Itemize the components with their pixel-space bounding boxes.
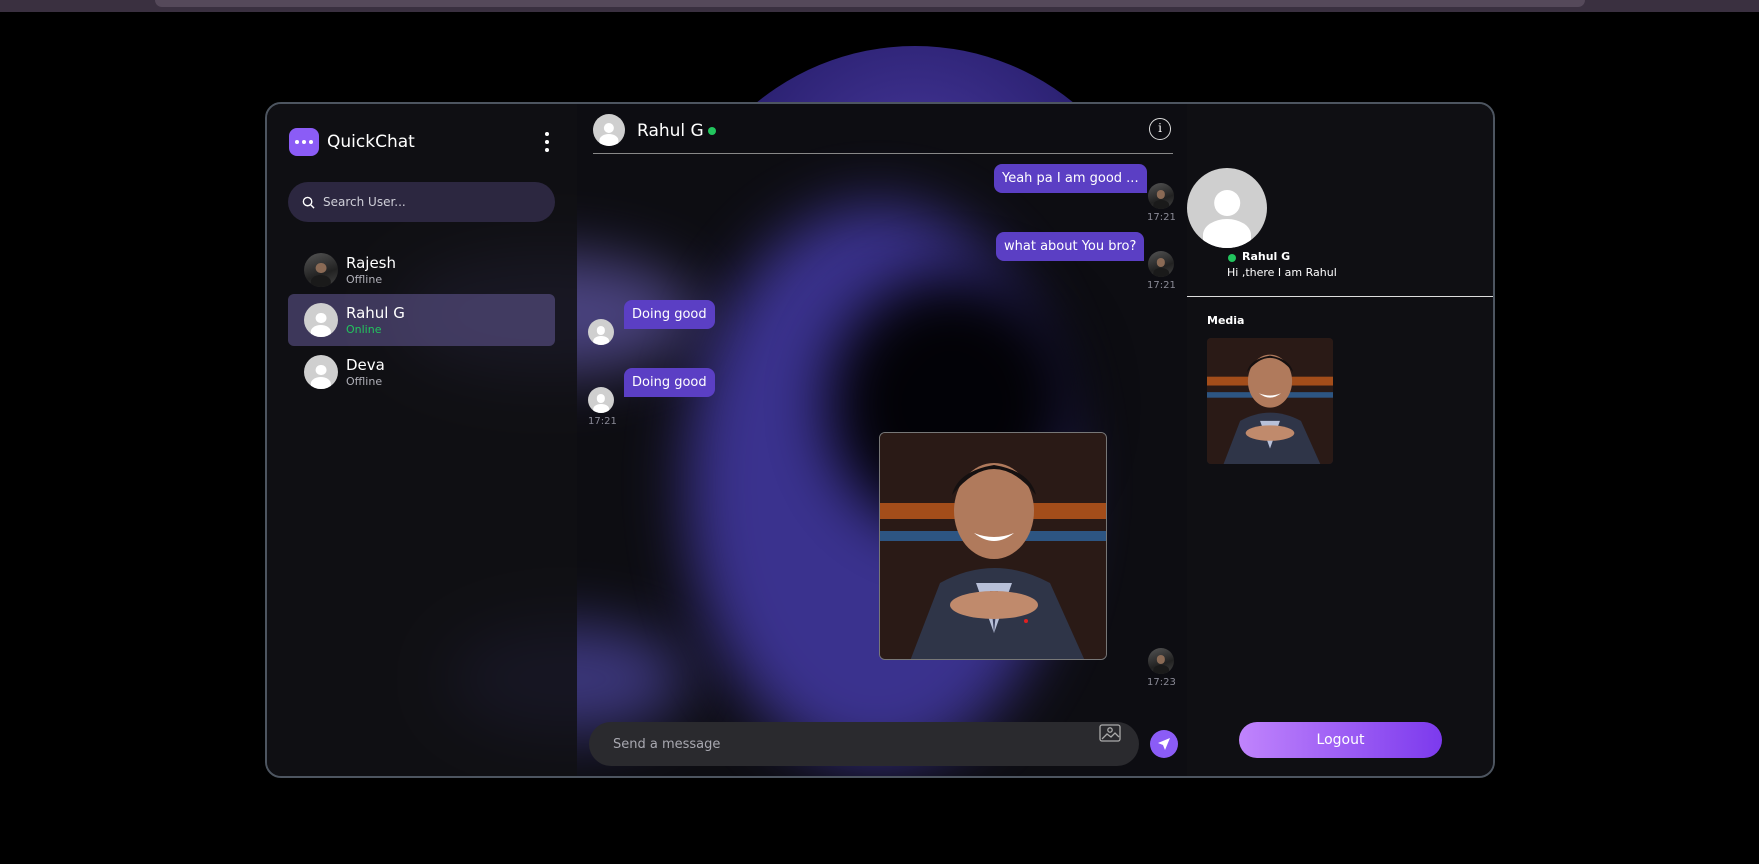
media-thumbnail[interactable] — [1207, 338, 1333, 464]
user-item-rajesh[interactable]: Rajesh Offline — [288, 244, 555, 296]
chat-header: Rahul G i — [593, 114, 1173, 154]
sender-avatar — [588, 387, 614, 413]
message-time: 17:21 — [1147, 280, 1176, 291]
app-name: QuickChat — [327, 132, 415, 152]
send-icon — [1158, 738, 1170, 750]
message-time: 17:23 — [1147, 677, 1176, 688]
browser-top-bar — [0, 0, 1759, 12]
user-name: Rahul G — [346, 304, 405, 322]
message-bubble: Doing good — [624, 300, 715, 329]
search-bar[interactable] — [288, 182, 555, 222]
user-status: Offline — [346, 273, 383, 286]
search-input[interactable] — [323, 195, 543, 209]
sender-avatar — [1148, 251, 1174, 277]
image-upload-icon[interactable] — [1099, 722, 1121, 742]
media-label: Media — [1207, 314, 1245, 327]
user-name: Deva — [346, 356, 385, 374]
message-time: 17:21 — [588, 416, 617, 427]
message-composer — [589, 722, 1139, 766]
online-indicator — [1228, 254, 1236, 262]
image-message[interactable] — [879, 432, 1107, 660]
avatar — [304, 355, 338, 389]
contact-name: Rahul G — [637, 121, 704, 141]
message-bubble: Doing good — [624, 368, 715, 397]
menu-icon[interactable] — [542, 132, 552, 152]
divider — [1187, 296, 1493, 297]
message-input[interactable] — [613, 736, 1063, 752]
chat-panel: Rahul G i Yeah pa I am good ... 17:21 wh… — [577, 104, 1187, 776]
sender-avatar — [1148, 648, 1174, 674]
info-icon[interactable]: i — [1149, 118, 1171, 140]
message-time: 17:21 — [1147, 212, 1176, 223]
sidebar: QuickChat Rajesh Offline Rahul G Online … — [267, 104, 577, 776]
avatar — [304, 253, 338, 287]
profile-name: Rahul G — [1242, 250, 1291, 263]
send-button[interactable] — [1150, 730, 1178, 758]
user-name: Rajesh — [346, 254, 397, 272]
message-bubble: Yeah pa I am good ... — [994, 164, 1147, 193]
user-status: Offline — [346, 375, 383, 388]
online-indicator — [708, 127, 716, 135]
chat-app-window: QuickChat Rajesh Offline Rahul G Online … — [265, 102, 1495, 778]
logo-icon — [289, 128, 319, 156]
logout-button[interactable]: Logout — [1239, 722, 1442, 758]
sender-avatar — [1148, 183, 1174, 209]
sender-avatar — [588, 319, 614, 345]
profile-bio: Hi ,there I am Rahul — [1227, 266, 1337, 279]
profile-panel: Rahul G Hi ,there I am Rahul Media Logou… — [1187, 104, 1493, 776]
user-status: Online — [346, 323, 382, 336]
avatar — [304, 303, 338, 337]
contact-avatar — [593, 114, 625, 146]
user-item-rahul-g[interactable]: Rahul G Online — [288, 294, 555, 346]
search-icon — [302, 196, 315, 209]
photo-image — [1207, 338, 1333, 464]
user-item-deva[interactable]: Deva Offline — [288, 346, 555, 398]
message-bubble: what about You bro? — [996, 232, 1145, 261]
photo-image — [880, 433, 1106, 659]
profile-avatar — [1187, 168, 1267, 248]
